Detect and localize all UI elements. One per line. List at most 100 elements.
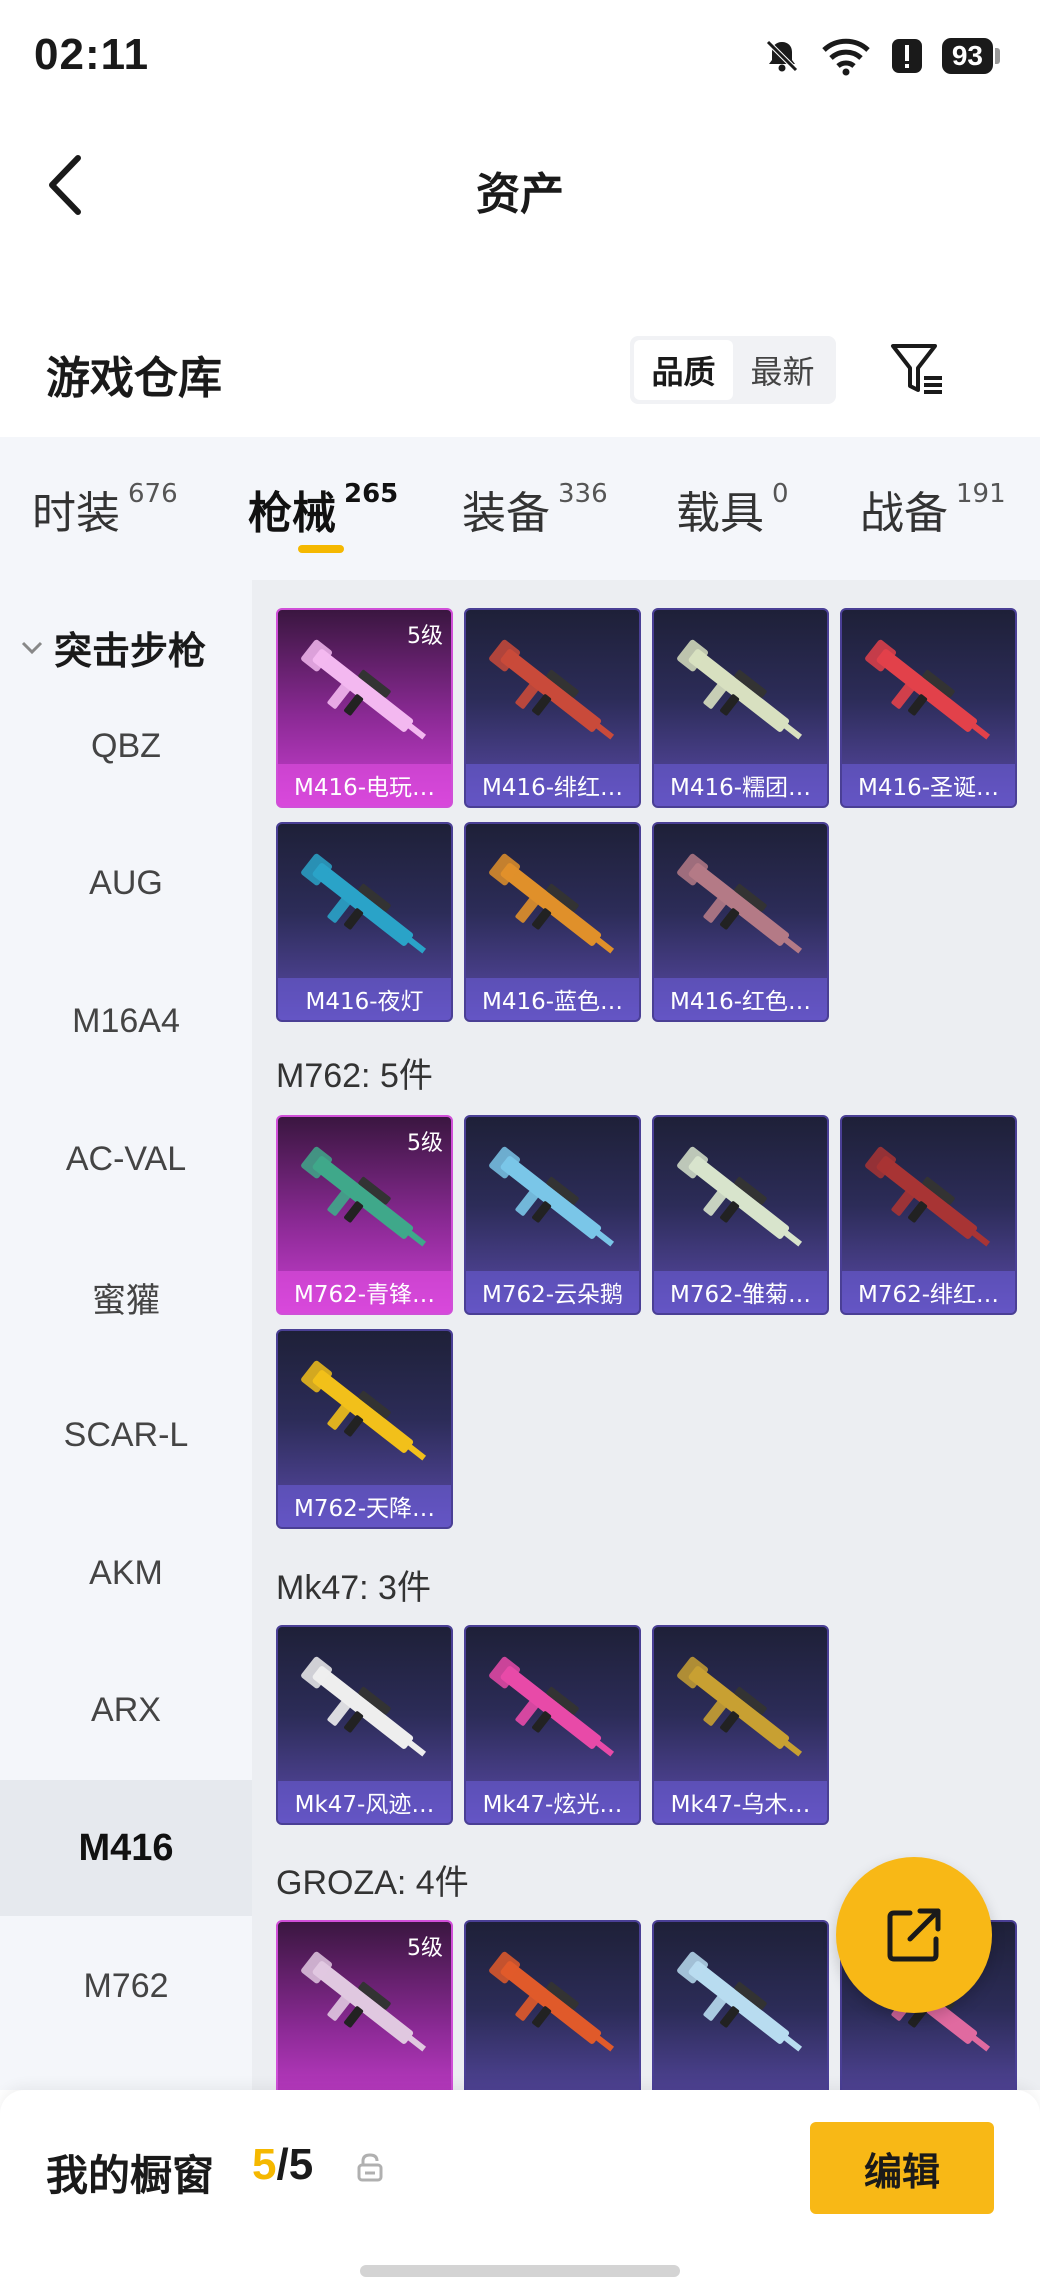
sidebar-item-m762[interactable]: M762 [0, 1918, 252, 2054]
rifle-icon [865, 1146, 991, 1247]
skin-name: M416-圣诞… [842, 764, 1015, 806]
tab-vehicles[interactable]: 载具 0 [676, 477, 789, 541]
skin-card-m762[interactable]: M762-云朵鹅 [464, 1115, 641, 1315]
skin-card-m416[interactable]: M416-糯团… [652, 608, 829, 808]
sidebar-item-m16a4[interactable]: M16A4 [0, 953, 252, 1089]
sidebar-group-assault-rifles[interactable]: 突击步枪 [18, 620, 206, 675]
battery-level: 93 [941, 38, 993, 74]
skin-card-groza[interactable] [464, 1920, 641, 2090]
skin-name: Mk47-乌木… [654, 1781, 827, 1823]
tab-label: 载具 [676, 488, 764, 539]
section-label-groza: GROZA: 4件 [276, 1864, 469, 1902]
skin-name: M416-糯团… [654, 764, 827, 806]
skin-name: M762-天降… [278, 1485, 451, 1527]
skin-card-m416[interactable]: M416-夜灯 [276, 822, 453, 1022]
sort-by-quality[interactable]: 品质 [634, 340, 733, 400]
chevron-down-icon [21, 641, 43, 654]
skin-card-groza[interactable] [652, 1920, 829, 2090]
page-title: 资产 [476, 169, 564, 220]
tab-label: 装备 [462, 488, 550, 539]
skin-card-mk47[interactable]: Mk47-风迹… [276, 1625, 453, 1825]
warehouse-header: 游戏仓库 品质 最新 [0, 320, 1040, 420]
sidebar-item-akm[interactable]: AKM [0, 1505, 252, 1641]
weapon-type-sidebar: 突击步枪 QBZ AUG M16A4 AC-VAL 蜜獾 SCAR-L AKM … [0, 580, 252, 2090]
skin-name: Mk47-风迹… [278, 1781, 451, 1823]
skin-card-m416[interactable]: 5级 M416-电玩… [276, 608, 453, 808]
sidebar-item-scar-l[interactable]: SCAR-L [0, 1367, 252, 1503]
rifle-icon [301, 853, 427, 954]
skin-card-m762[interactable]: M762-雏菊… [652, 1115, 829, 1315]
sidebar-item-m416[interactable]: M416 [0, 1780, 252, 1916]
sort-toggle: 品质 最新 [630, 336, 836, 404]
tab-label: 战备 [860, 488, 948, 539]
skin-name: Mk47-炫光… [466, 1781, 639, 1823]
tab-count: 191 [956, 479, 1006, 509]
skin-card-m762[interactable]: 5级 M762-青锋… [276, 1115, 453, 1315]
rifle-icon [677, 639, 803, 740]
rifle-icon [301, 1360, 427, 1461]
active-tab-indicator [298, 545, 344, 553]
status-icons: 93 [762, 36, 1000, 76]
status-bar: 02:11 93 [0, 0, 1040, 120]
tab-outfits[interactable]: 时装 676 [32, 477, 178, 541]
sidebar-item-honey-badger[interactable]: 蜜獾 [0, 1229, 252, 1365]
showcase-label: 我的橱窗 [46, 2151, 215, 2200]
level-badge: 5级 [407, 1131, 443, 1156]
home-indicator[interactable] [360, 2265, 680, 2277]
edit-button[interactable]: 编辑 [810, 2122, 994, 2214]
tab-firearms[interactable]: 枪械 265 [248, 477, 398, 541]
showcase-count: 5/5 [252, 2140, 313, 2190]
mute-bell-icon [766, 40, 798, 72]
warehouse-title: 游戏仓库 [46, 353, 222, 404]
skin-card-m762[interactable]: M762-天降… [276, 1329, 453, 1529]
tab-count: 336 [558, 479, 608, 509]
skin-card-m416[interactable]: M416-圣诞… [840, 608, 1017, 808]
level-badge: 5级 [407, 1936, 443, 1961]
skin-name: M416-夜灯 [278, 978, 451, 1020]
filter-button[interactable] [888, 340, 948, 400]
category-tabs: 时装 676 枪械 265 装备 336 载具 0 战备 191 [0, 437, 1040, 580]
showcase-bar: 我的橱窗 5/5 编辑 [0, 2090, 1040, 2295]
wifi-icon [822, 38, 870, 76]
filter-icon [891, 344, 942, 394]
sidebar-item-qbz[interactable]: QBZ [0, 678, 252, 814]
rifle-icon [489, 1951, 615, 2052]
rifle-icon [301, 1656, 427, 1757]
tab-equipment[interactable]: 装备 336 [462, 477, 608, 541]
share-button[interactable] [836, 1857, 992, 2013]
rifle-icon [489, 1146, 615, 1247]
tab-label: 时装 [32, 488, 120, 539]
skin-card-mk47[interactable]: Mk47-乌木… [652, 1625, 829, 1825]
skin-card-groza[interactable]: 5级 [276, 1920, 453, 2090]
tab-count: 676 [128, 479, 178, 509]
skin-card-m416[interactable]: M416-绯红… [464, 608, 641, 808]
rifle-icon [677, 1951, 803, 2052]
rifle-icon [489, 639, 615, 740]
tab-count: 265 [344, 479, 399, 509]
skin-card-m762[interactable]: M762-绯红… [840, 1115, 1017, 1315]
skin-name: M416-红色… [654, 978, 827, 1020]
skin-card-mk47[interactable]: Mk47-炫光… [464, 1625, 641, 1825]
rifle-icon [677, 1656, 803, 1757]
rifle-icon [489, 1656, 615, 1757]
tab-count: 0 [772, 479, 789, 509]
skin-name: M416-电玩… [278, 764, 451, 806]
level-badge: 5级 [407, 624, 443, 649]
section-label-m762: M762: 5件 [276, 1057, 433, 1095]
skin-name: M762-云朵鹅 [466, 1271, 639, 1313]
header: 资产 [0, 130, 1040, 240]
rifle-icon [865, 639, 991, 740]
share-icon [887, 1908, 941, 1962]
sidebar-group-label: 突击步枪 [54, 629, 207, 673]
sidebar-item-aug[interactable]: AUG [0, 815, 252, 951]
skin-card-m416[interactable]: M416-红色… [652, 822, 829, 1022]
battery-indicator: 93 [941, 38, 1000, 74]
skin-name: M416-绯红… [466, 764, 639, 806]
tab-supplies[interactable]: 战备 191 [860, 477, 1006, 541]
showcase-total: /5 [276, 2140, 314, 2189]
sidebar-item-arx[interactable]: ARX [0, 1642, 252, 1778]
rifle-icon [677, 1146, 803, 1247]
skin-card-m416[interactable]: M416-蓝色… [464, 822, 641, 1022]
sidebar-item-ac-val[interactable]: AC-VAL [0, 1091, 252, 1227]
sort-by-newest[interactable]: 最新 [733, 340, 832, 400]
